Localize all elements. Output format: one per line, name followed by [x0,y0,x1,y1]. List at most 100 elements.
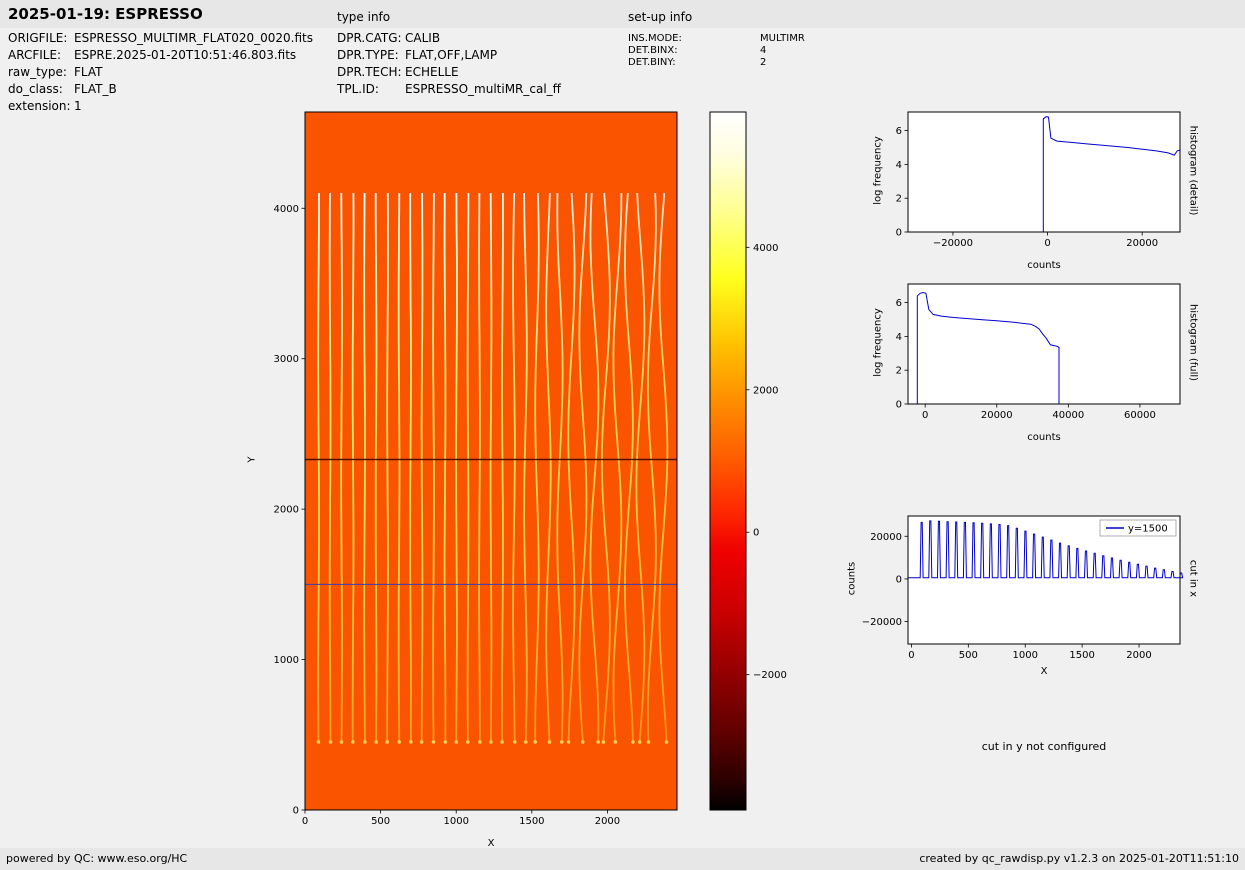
file-info-row: ORIGFILE: ESPRESSO_MULTIMR_FLAT020_0020.f… [8,30,313,47]
svg-text:0: 0 [896,400,902,411]
setup-info-label: DET.BINY: [628,57,676,68]
histogram-full-xlabel: counts [1027,432,1061,443]
x-axis-ticks: −20000 0 20000 [933,232,1158,249]
svg-text:−20000: −20000 [933,238,973,249]
svg-text:3000: 3000 [274,354,299,365]
file-info-value: FLAT [74,65,103,79]
svg-text:−20000: −20000 [862,617,902,628]
histogram-detail-side-label: histogram (detail) [1187,125,1199,216]
footer-powered-by: powered by QC: www.eso.org/HC [6,852,188,865]
file-info-value: 1 [74,99,82,113]
svg-text:6: 6 [896,298,902,309]
type-info-block: DPR.CATG: CALIB DPR.TYPE: FLAT,OFF,LAMP DP… [337,30,561,98]
histogram-detail-ylabel: log frequency [872,136,884,205]
file-info-label: ARCFILE: [8,48,62,62]
y-axis-ticks: 0 2 4 6 [896,126,908,239]
type-info-row: DPR.TYPE: FLAT,OFF,LAMP [337,47,561,64]
svg-text:500: 500 [959,650,978,661]
setup-info-block: INS.MODE: MULTIMR DET.BINX: 4 DET.BINY: 2 [628,33,805,69]
svg-text:2000: 2000 [1126,650,1151,661]
svg-text:4: 4 [896,332,902,343]
svg-text:20000: 20000 [870,532,902,543]
svg-text:0: 0 [908,650,914,661]
svg-text:4: 4 [896,160,902,171]
y-axis-ticks: 0 2 4 6 [896,298,908,411]
x-axis-ticks: 0 20000 40000 60000 [922,404,1156,421]
cut-in-x-plot: 0 500 1000 1500 2000 20000 0 −20000 y=1500 [862,515,1184,661]
setup-info-row: INS.MODE: MULTIMR [628,33,805,45]
file-info-row: do_class: FLAT_B [8,81,313,98]
type-info-row: DPR.CATG: CALIB [337,30,561,47]
x-axis-ticks: 0 500 1000 1500 2000 [908,644,1152,661]
svg-text:−2000: −2000 [753,670,787,681]
cut-in-y-note: cut in y not configured [981,740,1107,753]
file-info-label: raw_type: [8,65,67,79]
x-axis-ticks: 0 500 1000 1500 2000 [302,810,620,827]
svg-text:1500: 1500 [1069,650,1094,661]
file-info-label: extension: [8,99,71,113]
setup-info-value: 2 [760,57,767,68]
svg-text:0: 0 [753,528,759,539]
svg-text:4000: 4000 [274,204,299,215]
file-info-block: ORIGFILE: ESPRESSO_MULTIMR_FLAT020_0020.f… [8,30,313,115]
svg-text:2000: 2000 [753,385,778,396]
setup-info-row: DET.BINY: 2 [628,57,805,69]
file-info-label: ORIGFILE: [8,31,68,45]
type-info-value: FLAT,OFF,LAMP [405,48,498,62]
legend: y=1500 [1099,519,1177,537]
file-info-value: ESPRESSO_MULTIMR_FLAT020_0020.fits [74,31,314,45]
y-axis-ticks: 0 1000 2000 3000 4000 [274,204,305,817]
type-info-value: ECHELLE [405,65,459,79]
legend-label: y=1500 [1128,524,1168,535]
svg-text:0: 0 [896,574,902,585]
type-info-value: CALIB [405,31,441,45]
type-info-label: TPL.ID: [337,82,379,96]
type-info-label: DPR.TECH: [337,65,402,79]
svg-text:1500: 1500 [519,816,544,827]
svg-text:1000: 1000 [1012,650,1037,661]
type-info-value: ESPRESSO_multiMR_cal_ff [405,82,561,96]
histogram-detail-plot: −20000 0 20000 0 2 4 6 [896,111,1181,249]
y-axis-ticks: 20000 0 −20000 [862,532,908,628]
histogram-detail-xlabel: counts [1027,260,1061,271]
svg-text:0: 0 [896,228,902,239]
raw-xaxis-label: X [487,838,495,849]
file-info-label: do_class: [8,82,63,96]
svg-text:20000: 20000 [981,410,1013,421]
svg-text:60000: 60000 [1124,410,1156,421]
svg-text:500: 500 [371,816,390,827]
section-heading-type-info: type info [337,10,391,24]
cut-in-x-side-label: cut in x [1187,559,1199,598]
file-info-row: ARCFILE: ESPRE.2025-01-20T10:51:46.803.fi… [8,47,313,64]
cut-in-x-ylabel: counts [846,561,858,596]
svg-text:20000: 20000 [1126,238,1158,249]
setup-info-row: DET.BINX: 4 [628,45,805,57]
svg-text:6: 6 [896,126,902,137]
svg-text:0: 0 [1044,238,1050,249]
setup-info-label: INS.MODE: [628,33,682,44]
setup-info-label: DET.BINX: [628,45,678,56]
svg-text:0: 0 [922,410,928,421]
page-title: 2025-01-19: ESPRESSO [8,5,203,23]
svg-text:2: 2 [896,366,902,377]
raw-yaxis-label: Y [246,456,258,463]
file-info-value: ESPRE.2025-01-20T10:51:46.803.fits [74,48,297,62]
svg-text:2000: 2000 [274,505,299,516]
raw-frame-image: 0 500 1000 1500 2000 0 1000 2000 3000 4000 [274,111,678,827]
svg-text:4000: 4000 [753,243,778,254]
file-info-row: raw_type: FLAT [8,64,313,81]
type-info-row: TPL.ID: ESPRESSO_multiMR_cal_ff [337,81,561,98]
svg-text:2000: 2000 [595,816,620,827]
svg-text:0: 0 [293,806,299,817]
histogram-full-ylabel: log frequency [872,308,884,377]
file-info-row: extension: 1 [8,98,313,115]
section-heading-setup-info: set-up info [628,10,693,24]
svg-text:1000: 1000 [443,816,468,827]
histogram-full-plot: 0 20000 40000 60000 0 2 4 6 [896,283,1181,421]
footer-created-by: created by qc_rawdisp.py v1.2.3 on 2025-… [919,852,1239,865]
type-info-label: DPR.CATG: [337,31,402,45]
svg-text:0: 0 [302,816,308,827]
cut-in-x-xlabel: X [1040,666,1048,677]
svg-text:2: 2 [896,194,902,205]
type-info-label: DPR.TYPE: [337,48,399,62]
